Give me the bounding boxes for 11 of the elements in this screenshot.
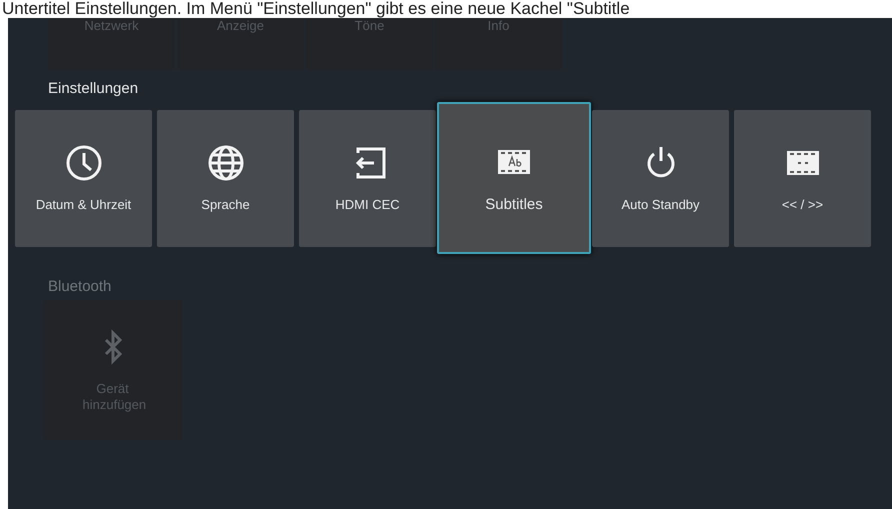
clock-icon <box>64 142 104 183</box>
settings-tile[interactable]: Subtitles <box>437 102 591 254</box>
settings-tile[interactable]: << / >> <box>734 110 871 246</box>
settings-tile[interactable]: Auto Standby <box>592 110 729 246</box>
section-heading: Bluetooth <box>47 277 112 297</box>
article-caption: Untertitel Einstellungen. Im Menü "Einstellungen" gibt es eine neue Kachel "Subtitle <box>1 0 631 18</box>
globe-icon <box>206 142 246 183</box>
settings-tile[interactable]: Sprache <box>157 110 294 246</box>
section-heading: Einstellungen <box>47 79 140 99</box>
settings-tile[interactable]: HDMI CEC <box>299 110 436 246</box>
settings-tile[interactable]: Datum & Uhrzeit <box>15 110 152 246</box>
